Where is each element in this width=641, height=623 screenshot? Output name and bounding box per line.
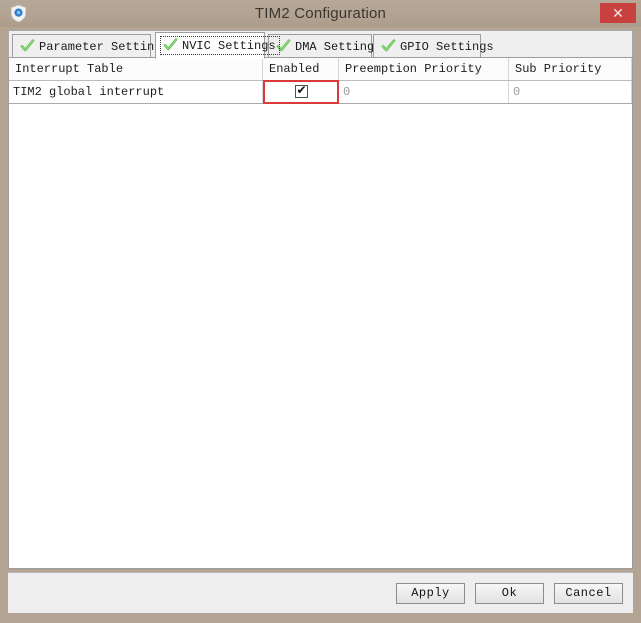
green-check-icon (381, 39, 396, 54)
checkmark-icon: ✔ (296, 83, 307, 98)
table-header-row: Interrupt Table Enabled Preemption Prior… (9, 58, 632, 81)
enabled-checkbox[interactable]: ✔ (294, 83, 308, 99)
cancel-button[interactable]: Cancel (554, 583, 623, 604)
column-header-sub-priority[interactable]: Sub Priority (509, 58, 632, 80)
column-header-enabled[interactable]: Enabled (263, 58, 339, 80)
cell-interrupt-name: TIM2 global interrupt (9, 81, 263, 103)
tab-dma-settings[interactable]: DMA Settings (268, 34, 381, 58)
tab-gpio-settings[interactable]: GPIO Settings (373, 34, 494, 58)
window-frame-bottom (0, 615, 641, 623)
green-check-icon (163, 38, 178, 53)
tab-label: DMA Settings (295, 39, 382, 54)
close-button[interactable]: ✕ (600, 3, 636, 23)
table-row[interactable]: TIM2 global interrupt ✔ 0 0 (9, 80, 632, 104)
close-icon: ✕ (612, 5, 624, 21)
tab-strip: Parameter Settings NVIC Settings DMA Set… (8, 30, 633, 59)
dialog-footer: Apply Ok Cancel (8, 572, 633, 613)
tab-parameter-settings[interactable]: Parameter Settings (12, 34, 169, 58)
cell-enabled[interactable]: ✔ (263, 80, 339, 104)
ok-button[interactable]: Ok (475, 583, 544, 604)
tab-label: NVIC Settings (182, 38, 276, 53)
green-check-icon (20, 39, 35, 54)
column-header-preemption-priority[interactable]: Preemption Priority (339, 58, 509, 80)
title-bar: TIM2 Configuration ✕ (0, 0, 641, 27)
tab-label: Parameter Settings (39, 39, 169, 54)
cell-sub-priority[interactable]: 0 (509, 81, 632, 103)
page-title: TIM2 Configuration (254, 5, 387, 22)
cell-preemption-priority[interactable]: 0 (339, 81, 509, 103)
interrupt-table: Interrupt Table Enabled Preemption Prior… (9, 58, 632, 104)
apply-button[interactable]: Apply (396, 583, 465, 604)
tab-nvic-settings[interactable]: NVIC Settings (155, 32, 280, 59)
nvic-settings-panel: Interrupt Table Enabled Preemption Prior… (8, 57, 633, 569)
tim2-configuration-window: TIM2 Configuration ✕ Parameter Settings (0, 0, 641, 623)
column-header-interrupt-table[interactable]: Interrupt Table (9, 58, 263, 80)
tab-label: GPIO Settings (400, 39, 494, 54)
